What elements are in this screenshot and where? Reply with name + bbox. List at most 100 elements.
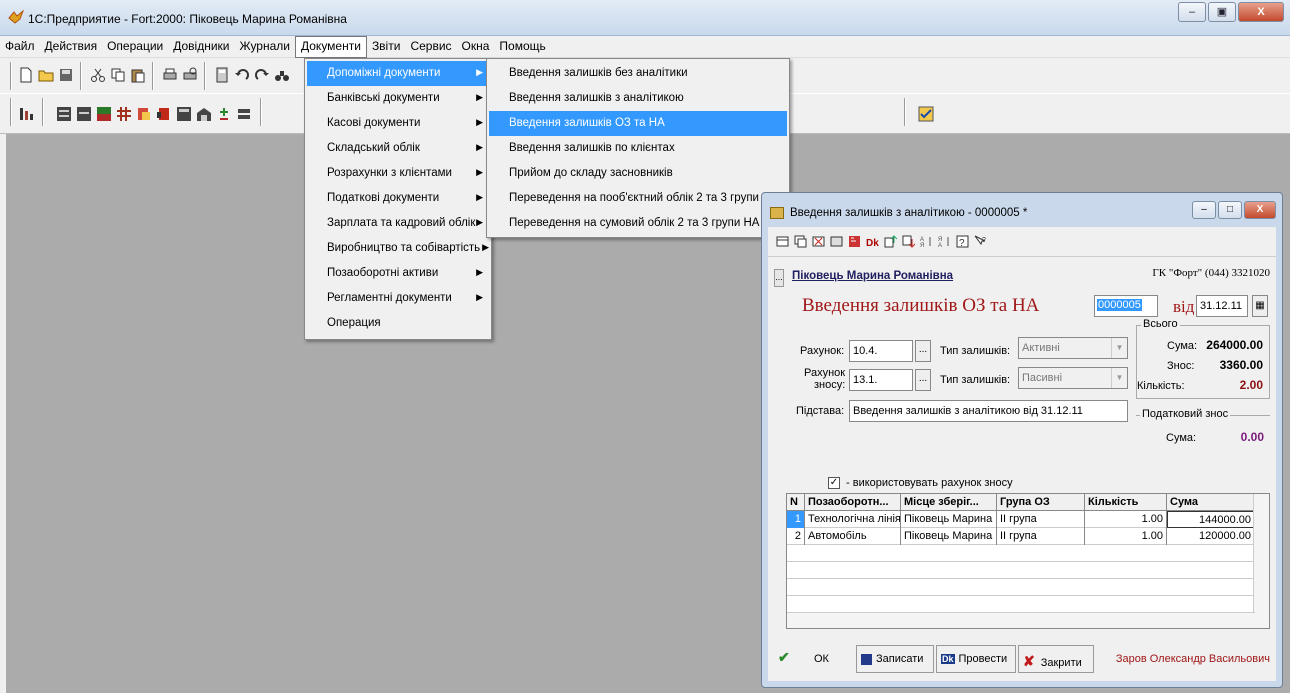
menu-item-tax-documents[interactable]: Податкові документи ▶ xyxy=(307,186,489,211)
submenu-item-balances-no-analytics[interactable]: Введення залишків без аналітики xyxy=(489,61,787,86)
account-select-button[interactable]: ... xyxy=(915,340,931,362)
warehouse-icon[interactable] xyxy=(196,106,212,122)
document-date-field[interactable]: 31.12.11 xyxy=(1196,295,1248,317)
menu-operations[interactable]: Операции xyxy=(102,36,168,58)
table-row-empty[interactable] xyxy=(787,596,1255,613)
balance-sheet-icon[interactable] xyxy=(76,106,92,122)
save-button[interactable]: Записати xyxy=(856,645,934,673)
column-header-location[interactable]: Місце зберіг... xyxy=(901,494,997,511)
invoice-icon[interactable] xyxy=(176,106,192,122)
menu-help[interactable]: Помощь xyxy=(494,36,550,58)
new-document-icon[interactable] xyxy=(18,67,34,83)
menu-documents[interactable]: Документи xyxy=(295,36,367,58)
journal-grid-icon[interactable] xyxy=(116,106,132,122)
close-document-button[interactable]: ✘ Закрити xyxy=(1018,645,1094,673)
copy-row-icon[interactable] xyxy=(794,235,807,248)
find-binoculars-icon[interactable] xyxy=(274,67,290,83)
table-row-empty[interactable] xyxy=(787,545,1255,562)
submenu-item-sum-accounting[interactable]: Переведення на сумовий облік 2 та 3 груп… xyxy=(489,211,787,236)
delete-row-icon[interactable] xyxy=(812,235,825,248)
menu-journals[interactable]: Журнали xyxy=(235,36,296,58)
redo-icon[interactable] xyxy=(254,67,270,83)
post-document-icon[interactable] xyxy=(848,235,861,248)
post-button[interactable]: Dk Провести xyxy=(936,645,1016,673)
chart-of-accounts-icon[interactable] xyxy=(18,106,34,122)
select-organization-button[interactable]: ... xyxy=(774,269,784,287)
sort-ascending-icon[interactable]: AЯ xyxy=(920,235,933,248)
document-number-field[interactable]: 0000005 xyxy=(1094,295,1158,317)
menu-service[interactable]: Сервис xyxy=(405,36,456,58)
sort-descending-icon[interactable]: ЯA xyxy=(938,235,951,248)
use-wear-account-checkbox[interactable]: ✓ xyxy=(828,477,840,489)
minimize-button[interactable]: – xyxy=(1178,2,1206,22)
submenu-item-client-balances[interactable]: Введення залишків по клієнтах xyxy=(489,136,787,161)
dk-icon[interactable]: Dk xyxy=(866,235,879,248)
doc-maximize-button[interactable]: □ xyxy=(1218,201,1242,219)
ok-button[interactable]: ✔ ОК xyxy=(774,645,850,673)
column-header-sum[interactable]: Сума xyxy=(1167,494,1255,511)
printer-doc-icon[interactable] xyxy=(236,106,252,122)
column-header-n[interactable]: N xyxy=(787,494,805,511)
menu-directories[interactable]: Довідники xyxy=(168,36,234,58)
plus-minus-icon[interactable] xyxy=(216,106,232,122)
menu-item-cash-documents[interactable]: Касові документи ▶ xyxy=(307,111,489,136)
edit-row-icon[interactable] xyxy=(830,235,843,248)
move-up-icon[interactable] xyxy=(884,235,897,248)
menu-actions[interactable]: Действия xyxy=(40,36,103,58)
table-row-empty[interactable] xyxy=(787,562,1255,579)
maximize-button[interactable]: ▣ xyxy=(1208,2,1236,22)
table-row-empty[interactable] xyxy=(787,579,1255,596)
copy-icon[interactable] xyxy=(110,67,126,83)
table-vertical-scrollbar[interactable] xyxy=(1253,494,1269,628)
wear-account-select-button[interactable]: ... xyxy=(915,369,931,391)
close-button[interactable]: X xyxy=(1238,2,1284,22)
debit-credit-icon[interactable] xyxy=(96,106,112,122)
menu-item-noncurrent-assets[interactable]: Позаоборотні активи ▶ xyxy=(307,261,489,286)
menu-item-client-settlements[interactable]: Розрахунки з клієнтами ▶ xyxy=(307,161,489,186)
menu-item-bank-documents[interactable]: Банківські документи ▶ xyxy=(307,86,489,111)
submenu-item-fixed-assets-balances[interactable]: Введення залишків ОЗ та НА xyxy=(489,111,787,136)
wear-account-field[interactable]: 13.1. xyxy=(849,369,913,391)
cut-icon[interactable] xyxy=(90,67,106,83)
account-field[interactable]: 10.4. xyxy=(849,340,913,362)
context-help-icon[interactable]: ? xyxy=(974,235,987,248)
save-icon[interactable] xyxy=(58,67,74,83)
menu-item-auxiliary-documents[interactable]: Допоміжні документи ▶ xyxy=(307,61,489,86)
menu-windows[interactable]: Окна xyxy=(457,36,495,58)
print-preview-icon[interactable] xyxy=(182,67,198,83)
basis-field[interactable]: Введення залишків з аналітикою від 31.12… xyxy=(849,400,1128,422)
account-card-icon[interactable] xyxy=(56,106,72,122)
menu-item-production[interactable]: Виробництво та собівартість ▶ xyxy=(307,236,489,261)
menu-reports[interactable]: Звіти xyxy=(367,36,406,58)
calendar-icon[interactable]: ▦ xyxy=(1252,295,1268,317)
table-horizontal-scrollbar[interactable] xyxy=(787,612,1255,628)
menu-item-warehouse[interactable]: Складський облік ▶ xyxy=(307,136,489,161)
balance-type-select[interactable]: Активні ▼ xyxy=(1018,337,1128,359)
submenu-item-per-object-accounting[interactable]: Переведення на пооб'єктний облік 2 та 3 … xyxy=(489,186,787,211)
paste-icon[interactable] xyxy=(130,67,146,83)
doc-close-button[interactable]: X xyxy=(1244,201,1276,219)
move-down-icon[interactable] xyxy=(902,235,915,248)
table-row[interactable]: 1 Технологічна лінія Піковець Марина ІІ … xyxy=(787,511,1255,528)
table-row[interactable]: 2 Автомобіль Піковець Марина ІІ група 1.… xyxy=(787,528,1255,545)
column-header-group[interactable]: Група ОЗ xyxy=(997,494,1085,511)
print-icon[interactable] xyxy=(162,67,178,83)
menu-item-payroll[interactable]: Зарплата та кадровий облік ▶ xyxy=(307,211,489,236)
checkmark-help-icon[interactable] xyxy=(918,106,934,122)
menu-item-regulatory-documents[interactable]: Регламентні документи ▶ xyxy=(307,286,489,311)
menu-item-operation[interactable]: Операция xyxy=(307,311,489,336)
calculator-icon[interactable] xyxy=(214,67,230,83)
doc-minimize-button[interactable]: – xyxy=(1192,201,1216,219)
help-icon[interactable]: ? xyxy=(956,235,969,248)
menu-file[interactable]: Файл xyxy=(0,36,40,58)
open-folder-icon[interactable] xyxy=(38,67,54,83)
column-header-asset[interactable]: Позаоборотн... xyxy=(805,494,901,511)
cash-document-icon[interactable] xyxy=(156,106,172,122)
wear-balance-type-select[interactable]: Пасивні ▼ xyxy=(1018,367,1128,389)
submenu-item-founders-contribution[interactable]: Прийом до складу засновників xyxy=(489,161,787,186)
submenu-item-balances-with-analytics[interactable]: Введення залишків з аналітикою xyxy=(489,86,787,111)
new-row-icon[interactable] xyxy=(776,235,789,248)
bank-document-icon[interactable] xyxy=(136,106,152,122)
organization-link[interactable]: Піковець Марина Романівна xyxy=(792,270,953,282)
column-header-qty[interactable]: Кількість xyxy=(1085,494,1167,511)
